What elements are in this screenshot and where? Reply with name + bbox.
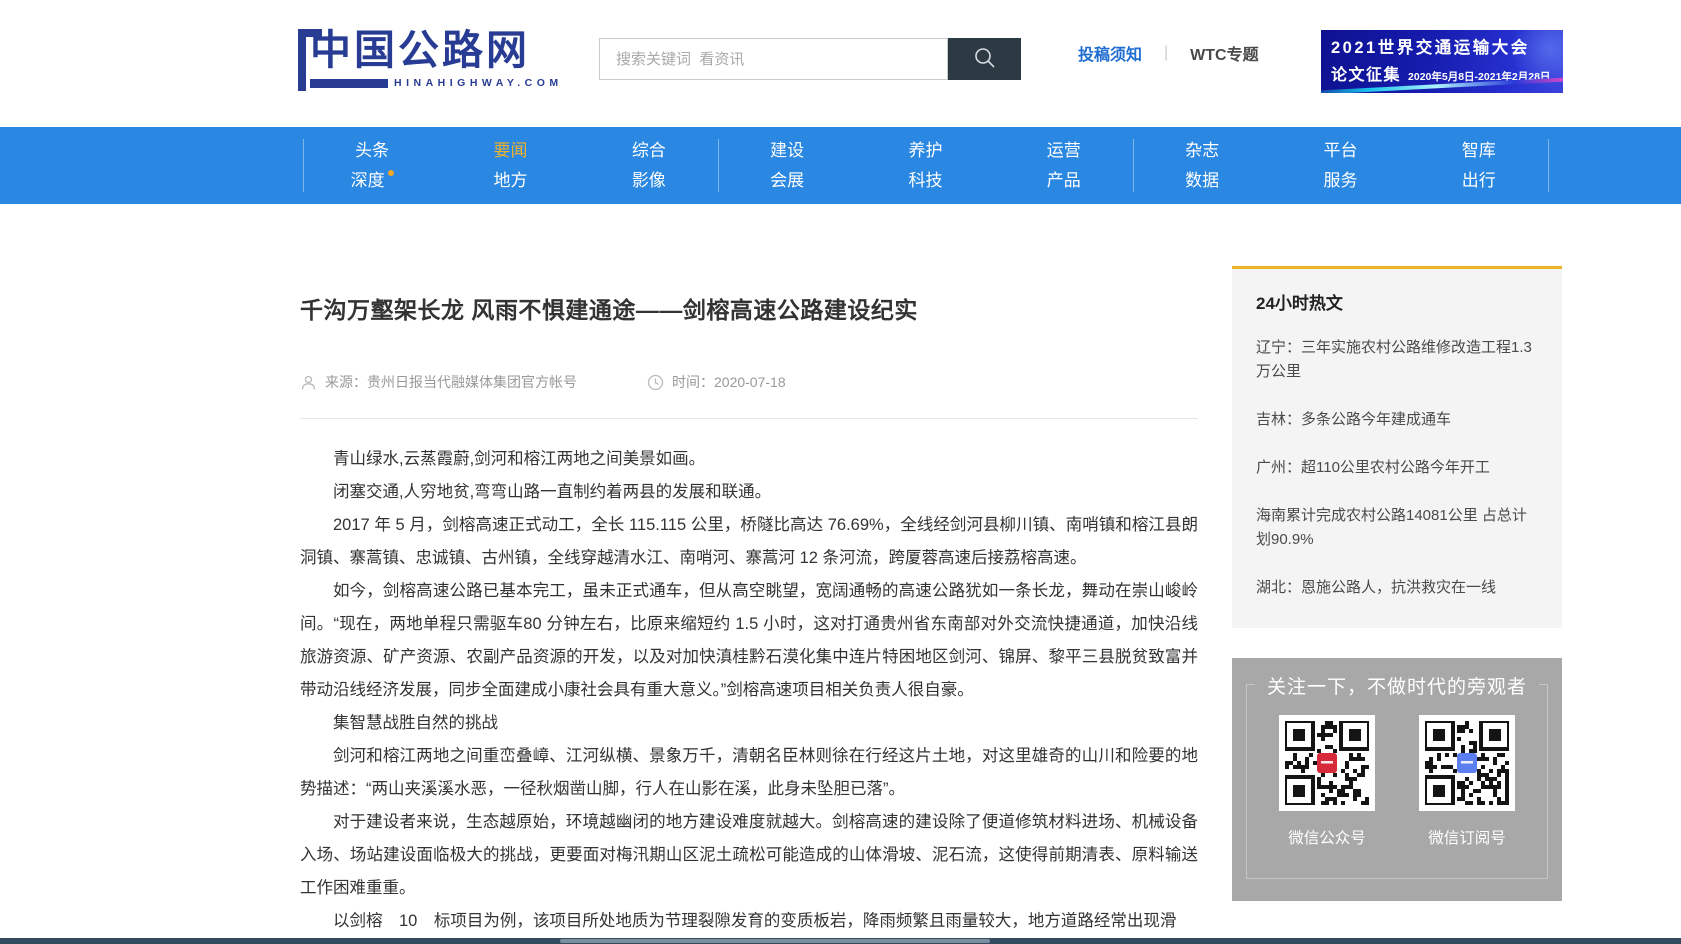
wechat-follow-box: 关注一下，不做时代的旁观者 微信公众号 微信订阅号 — [1232, 658, 1562, 901]
nav-item-chuxing[interactable]: 出行 — [1410, 166, 1548, 196]
nav-item-jianshe[interactable]: 建设 — [718, 136, 856, 166]
paragraph: 闭塞交通,人穷地贫,弯弯山路一直制约着两县的发展和联通。 — [300, 476, 1198, 509]
banner-title: 2021世界交通运输大会 — [1331, 34, 1553, 58]
link-separator: | — [1164, 44, 1168, 62]
wechat-subscription-label: 微信订阅号 — [1419, 826, 1515, 848]
paragraph: 集智慧战胜自然的挑战 — [300, 707, 1198, 740]
nav-item-yunying[interactable]: 运营 — [995, 136, 1133, 166]
search-button[interactable] — [948, 38, 1021, 80]
nav-item-zonghe[interactable]: 综合 — [580, 136, 718, 166]
nav-col-toutiao-shendu: 头条 深度 — [303, 127, 441, 204]
top-links: 投稿须知 | WTC专题 — [1078, 41, 1259, 65]
nav-item-zhiku[interactable]: 智库 — [1410, 136, 1548, 166]
banner-cta: 论文征集 — [1331, 61, 1401, 85]
site-logo-domain: HINAHIGHWAY.COM — [394, 77, 563, 89]
nav-divider — [303, 139, 304, 192]
scrollbar-thumb[interactable] — [560, 939, 990, 943]
nav-item-fuwu[interactable]: 服务 — [1271, 166, 1409, 196]
wtc-2021-ad-banner[interactable]: 2021世界交通运输大会 论文征集 2020年5月8日-2021年2月28日 — [1321, 30, 1563, 93]
hot-articles-title: 24小时热文 — [1256, 289, 1538, 314]
site-logo[interactable]: 中国公路网 HINAHIGHWAY.COM — [298, 27, 563, 91]
article-time: 时间：2020-07-18 — [672, 372, 786, 392]
hot-article-link[interactable]: 广州：超110公里农村公路今年开工 — [1256, 456, 1538, 480]
nav-item-yaowen-active[interactable]: 要闻 — [441, 136, 579, 166]
article-source: 来源：贵州日报当代融媒体集团官方帐号 — [325, 372, 577, 392]
nav-item-yanghu[interactable]: 养护 — [856, 136, 994, 166]
wechat-follow-title: 关注一下，不做时代的旁观者 — [1255, 672, 1539, 699]
nav-item-toutiao[interactable]: 头条 — [303, 136, 441, 166]
article-meta: 来源：贵州日报当代融媒体集团官方帐号 时间：2020-07-18 — [300, 372, 1198, 392]
submission-notice-link[interactable]: 投稿须知 — [1078, 41, 1142, 65]
nav-col-zazhi-shuju: 杂志 数据 — [1133, 127, 1271, 204]
nav-item-yingxiang[interactable]: 影像 — [580, 166, 718, 196]
article: 千沟万壑架长龙 风雨不惧建通途——剑榕高速公路建设纪实 来源：贵州日报当代融媒体… — [300, 294, 1198, 938]
site-logo-title: 中国公路网 — [310, 27, 563, 73]
nav-col-jianshe-huizhan: 建设 会展 — [718, 127, 856, 204]
nav-col-zhiku-chuxing: 智库 出行 — [1410, 127, 1548, 204]
search-input[interactable] — [599, 38, 948, 80]
header: 中国公路网 HINAHIGHWAY.COM 投稿须知 | — [0, 0, 1681, 127]
author-icon — [300, 374, 317, 391]
wechat-official-label: 微信公众号 — [1279, 826, 1375, 848]
paragraph: 青山绿水,云蒸霞蔚,剑河和榕江两地之间美景如画。 — [300, 443, 1198, 476]
clock-icon — [647, 374, 664, 391]
nav-divider — [1548, 139, 1549, 192]
paragraph: 对于建设者来说，生态越原始，环境越幽闭的地方建设难度就越大。剑榕高速的建设除了便… — [300, 806, 1198, 905]
wechat-subscription-qr-code — [1419, 715, 1515, 811]
nav-item-keji[interactable]: 科技 — [856, 166, 994, 196]
paragraph: 以剑榕 10 标项目为例，该项目所处地质为节理裂隙发育的变质板岩，降雨频繁且雨量… — [300, 905, 1198, 938]
sidebar: 24小时热文 辽宁：三年实施农村公路维修改造工程1.3万公里 吉林：多条公路今年… — [1232, 266, 1562, 901]
main-nav: 头条 深度 要闻 地方 综合 影像 建设 会展 养护 科技 运营 产品 — [0, 127, 1681, 204]
hot-article-link[interactable]: 海南累计完成农村公路14081公里 占总计划90.9% — [1256, 504, 1538, 552]
page: 中国公路网 HINAHIGHWAY.COM 投稿须知 | — [0, 0, 1681, 944]
hot-article-link[interactable]: 吉林：多条公路今年建成通车 — [1256, 408, 1538, 432]
nav-divider — [1133, 139, 1134, 192]
nav-item-huizhan[interactable]: 会展 — [718, 166, 856, 196]
hot-articles-box: 24小时热文 辽宁：三年实施农村公路维修改造工程1.3万公里 吉林：多条公路今年… — [1232, 266, 1562, 628]
nav-item-shuju[interactable]: 数据 — [1133, 166, 1271, 196]
nav-item-chanpin[interactable]: 产品 — [995, 166, 1133, 196]
search-icon — [972, 45, 998, 74]
nav-divider — [718, 139, 719, 192]
article-body: 青山绿水,云蒸霞蔚,剑河和榕江两地之间美景如画。 闭塞交通,人穷地贫,弯弯山路一… — [300, 443, 1198, 938]
wtc-topic-link[interactable]: WTC专题 — [1190, 41, 1258, 65]
nav-col-pingtai-fuwu: 平台 服务 — [1271, 127, 1409, 204]
window-bottom-scrollbar[interactable] — [0, 938, 1681, 944]
nav-item-zazhi[interactable]: 杂志 — [1133, 136, 1271, 166]
paragraph: 如今，剑榕高速公路已基本完工，虽未正式通车，但从高空眺望，宽阔通畅的高速公路犹如… — [300, 575, 1198, 707]
nav-col-yanghu-keji: 养护 科技 — [856, 127, 994, 204]
logo-underbar-shape — [310, 79, 388, 88]
hot-article-link[interactable]: 辽宁：三年实施农村公路维修改造工程1.3万公里 — [1256, 336, 1538, 384]
nav-item-difang[interactable]: 地方 — [441, 166, 579, 196]
new-dot-badge — [388, 170, 394, 176]
banner-date: 2020年5月8日-2021年2月28日 — [1408, 69, 1550, 84]
nav-col-yunying-chanpin: 运营 产品 — [995, 127, 1133, 204]
paragraph: 2017 年 5 月，剑榕高速正式动工，全长 115.115 公里，桥隧比高达 … — [300, 509, 1198, 575]
meta-divider — [300, 418, 1198, 419]
article-title: 千沟万壑架长龙 风雨不惧建通途——剑榕高速公路建设纪实 — [300, 294, 1198, 326]
search-bar — [599, 38, 1021, 80]
hot-article-link[interactable]: 湖北：恩施公路人，抗洪救灾在一线 — [1256, 576, 1538, 600]
nav-col-yaowen-difang: 要闻 地方 — [441, 127, 579, 204]
wechat-official-qr-code — [1279, 715, 1375, 811]
nav-item-shendu[interactable]: 深度 — [303, 166, 441, 196]
paragraph: 剑河和榕江两地之间重峦叠嶂、江河纵横、景象万千，清朝名臣林则徐在行经这片土地，对… — [300, 740, 1198, 806]
nav-col-zonghe-yingxiang: 综合 影像 — [580, 127, 718, 204]
nav-item-pingtai[interactable]: 平台 — [1271, 136, 1409, 166]
